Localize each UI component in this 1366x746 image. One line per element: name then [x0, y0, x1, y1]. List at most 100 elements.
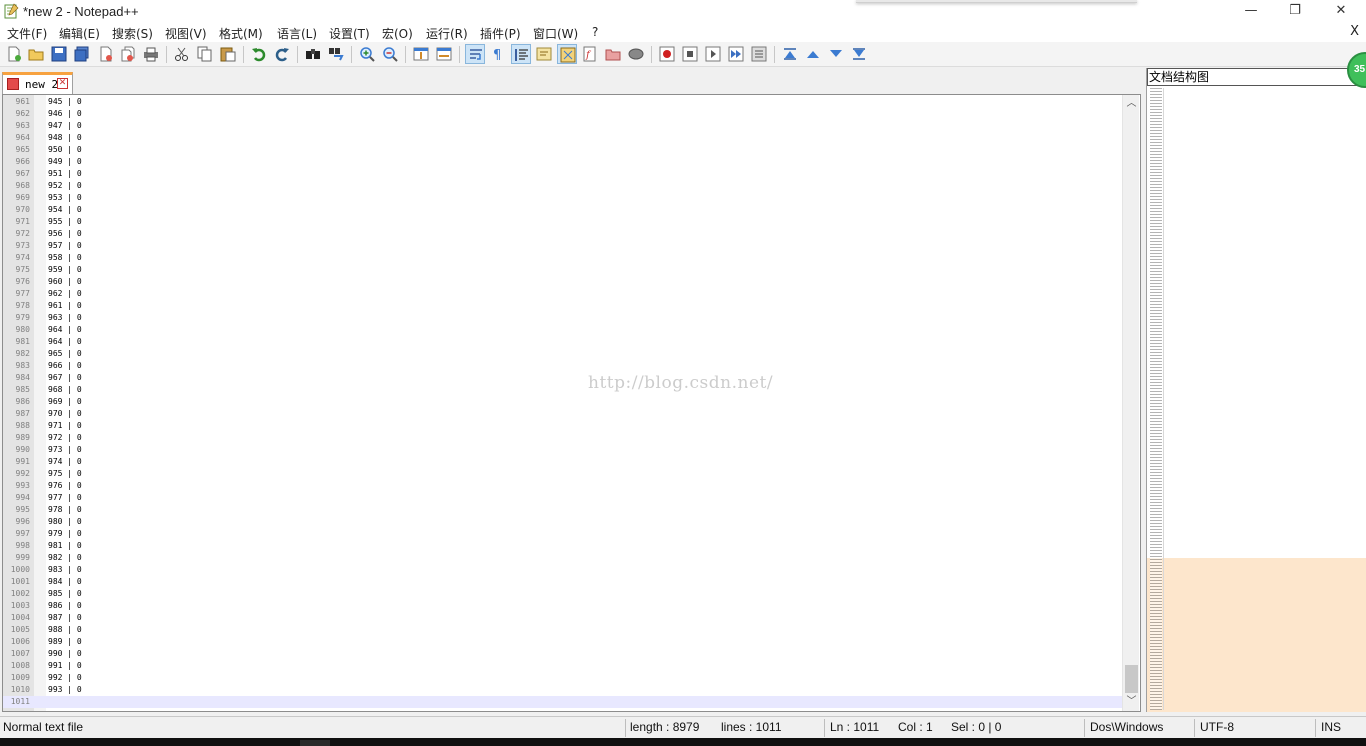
first-icon[interactable]: [780, 44, 800, 64]
line-text[interactable]: 964 | 0: [48, 324, 82, 336]
line-text[interactable]: 987 | 0: [48, 612, 82, 624]
monitoring-icon[interactable]: [626, 44, 646, 64]
next-icon[interactable]: [826, 44, 846, 64]
editor-line[interactable]: 963 947 | 0: [3, 120, 1125, 132]
play-macro-icon[interactable]: [703, 44, 723, 64]
editor-line[interactable]: 982 965 | 0: [3, 348, 1125, 360]
undo-icon[interactable]: [249, 44, 269, 64]
document-map-preview[interactable]: [1150, 88, 1162, 710]
menu-search[interactable]: 搜索(S): [112, 25, 153, 42]
line-text[interactable]: 973 | 0: [48, 444, 82, 456]
record-macro-icon[interactable]: [657, 44, 677, 64]
line-text[interactable]: 962 | 0: [48, 288, 82, 300]
copy-icon[interactable]: [195, 44, 215, 64]
editor-line[interactable]: 973 957 | 0: [3, 240, 1125, 252]
sync-horizontal-icon[interactable]: [434, 44, 454, 64]
line-text[interactable]: 963 | 0: [48, 312, 82, 324]
editor-line[interactable]: 1007 990 | 0: [3, 648, 1125, 660]
menu-macro[interactable]: 宏(O): [382, 25, 413, 42]
tab-close-icon[interactable]: ✕: [57, 78, 68, 89]
editor-line[interactable]: 1010 993 | 0: [3, 684, 1125, 696]
line-text[interactable]: 972 | 0: [48, 432, 82, 444]
editor-line[interactable]: 989 972 | 0: [3, 432, 1125, 444]
editor-line[interactable]: 988 971 | 0: [3, 420, 1125, 432]
zoom-in-icon[interactable]: [357, 44, 377, 64]
close-window-button[interactable]: ✕: [1318, 0, 1364, 23]
editor-line[interactable]: 975 959 | 0: [3, 264, 1125, 276]
line-text[interactable]: 959 | 0: [48, 264, 82, 276]
menu-run[interactable]: 运行(R): [426, 25, 468, 42]
menu-window[interactable]: 窗口(W): [533, 25, 578, 42]
editor-line[interactable]: 996 980 | 0: [3, 516, 1125, 528]
editor-line[interactable]: 1004 987 | 0: [3, 612, 1125, 624]
line-text[interactable]: 954 | 0: [48, 204, 82, 216]
replace-icon[interactable]: [326, 44, 346, 64]
line-text[interactable]: 946 | 0: [48, 108, 82, 120]
editor-line[interactable]: 993 976 | 0: [3, 480, 1125, 492]
editor-line[interactable]: 998 981 | 0: [3, 540, 1125, 552]
folder-workspace-icon[interactable]: [603, 44, 623, 64]
line-text[interactable]: 957 | 0: [48, 240, 82, 252]
line-text[interactable]: 977 | 0: [48, 492, 82, 504]
zoom-out-icon[interactable]: [380, 44, 400, 64]
minimize-button[interactable]: —: [1228, 0, 1274, 23]
close-document-button[interactable]: X: [1350, 24, 1359, 39]
save-icon[interactable]: [49, 44, 69, 64]
sync-vertical-icon[interactable]: [411, 44, 431, 64]
line-text[interactable]: 965 | 0: [48, 348, 82, 360]
line-text[interactable]: 992 | 0: [48, 672, 82, 684]
editor-line[interactable]: 972 956 | 0: [3, 228, 1125, 240]
word-wrap-icon[interactable]: [465, 44, 485, 64]
show-all-chars-icon[interactable]: ¶: [488, 44, 508, 64]
editor-line[interactable]: 1006 989 | 0: [3, 636, 1125, 648]
menu-view[interactable]: 视图(V): [165, 25, 207, 42]
status-encoding[interactable]: UTF-8: [1200, 720, 1234, 734]
editor-line[interactable]: 990 973 | 0: [3, 444, 1125, 456]
line-text[interactable]: 968 | 0: [48, 384, 82, 396]
line-text[interactable]: 945 | 0: [48, 96, 82, 108]
editor-line[interactable]: 976 960 | 0: [3, 276, 1125, 288]
line-text[interactable]: 951 | 0: [48, 168, 82, 180]
menu-format[interactable]: 格式(M): [219, 25, 263, 42]
line-text[interactable]: 981 | 0: [48, 540, 82, 552]
run-macro-multiple-icon[interactable]: [726, 44, 746, 64]
menu-plugins[interactable]: 插件(P): [480, 25, 521, 42]
line-text[interactable]: 960 | 0: [48, 276, 82, 288]
line-text[interactable]: 991 | 0: [48, 660, 82, 672]
editor-line[interactable]: 997 979 | 0: [3, 528, 1125, 540]
line-text[interactable]: 966 | 0: [48, 360, 82, 372]
line-text[interactable]: 958 | 0: [48, 252, 82, 264]
editor-line[interactable]: 999 982 | 0: [3, 552, 1125, 564]
document-map-icon[interactable]: [557, 44, 577, 64]
find-icon[interactable]: [303, 44, 323, 64]
line-text[interactable]: 956 | 0: [48, 228, 82, 240]
line-text[interactable]: 971 | 0: [48, 420, 82, 432]
menu-help[interactable]: ?: [592, 25, 598, 39]
scroll-up-icon[interactable]: ︿: [1125, 97, 1138, 110]
stop-macro-icon[interactable]: [680, 44, 700, 64]
close-icon[interactable]: [96, 44, 116, 64]
editor-line[interactable]: 981 964 | 0: [3, 336, 1125, 348]
line-text[interactable]: 982 | 0: [48, 552, 82, 564]
line-text[interactable]: 947 | 0: [48, 120, 82, 132]
line-text[interactable]: 949 | 0: [48, 156, 82, 168]
editor-line[interactable]: 978 961 | 0: [3, 300, 1125, 312]
open-file-icon[interactable]: [26, 44, 46, 64]
editor-line[interactable]: 984 967 | 0: [3, 372, 1125, 384]
line-text[interactable]: 953 | 0: [48, 192, 82, 204]
editor-line[interactable]: 1005 988 | 0: [3, 624, 1125, 636]
line-text[interactable]: 967 | 0: [48, 372, 82, 384]
editor-line[interactable]: 970 954 | 0: [3, 204, 1125, 216]
line-text[interactable]: 989 | 0: [48, 636, 82, 648]
line-text[interactable]: 984 | 0: [48, 576, 82, 588]
editor-line[interactable]: 974 958 | 0: [3, 252, 1125, 264]
redo-icon[interactable]: [272, 44, 292, 64]
line-text[interactable]: 975 | 0: [48, 468, 82, 480]
menu-language[interactable]: 语言(L): [277, 25, 317, 42]
editor-lines[interactable]: 961 945 | 0 962 946 | 0 963 947 | 0 964 948 | 0…: [3, 96, 1125, 708]
taskbar-active-item[interactable]: [300, 740, 330, 746]
line-text[interactable]: 993 | 0: [48, 684, 82, 696]
vertical-scrollbar[interactable]: ︿ ﹀: [1122, 95, 1139, 711]
editor-line[interactable]: 1000 983 | 0: [3, 564, 1125, 576]
line-text[interactable]: 983 | 0: [48, 564, 82, 576]
